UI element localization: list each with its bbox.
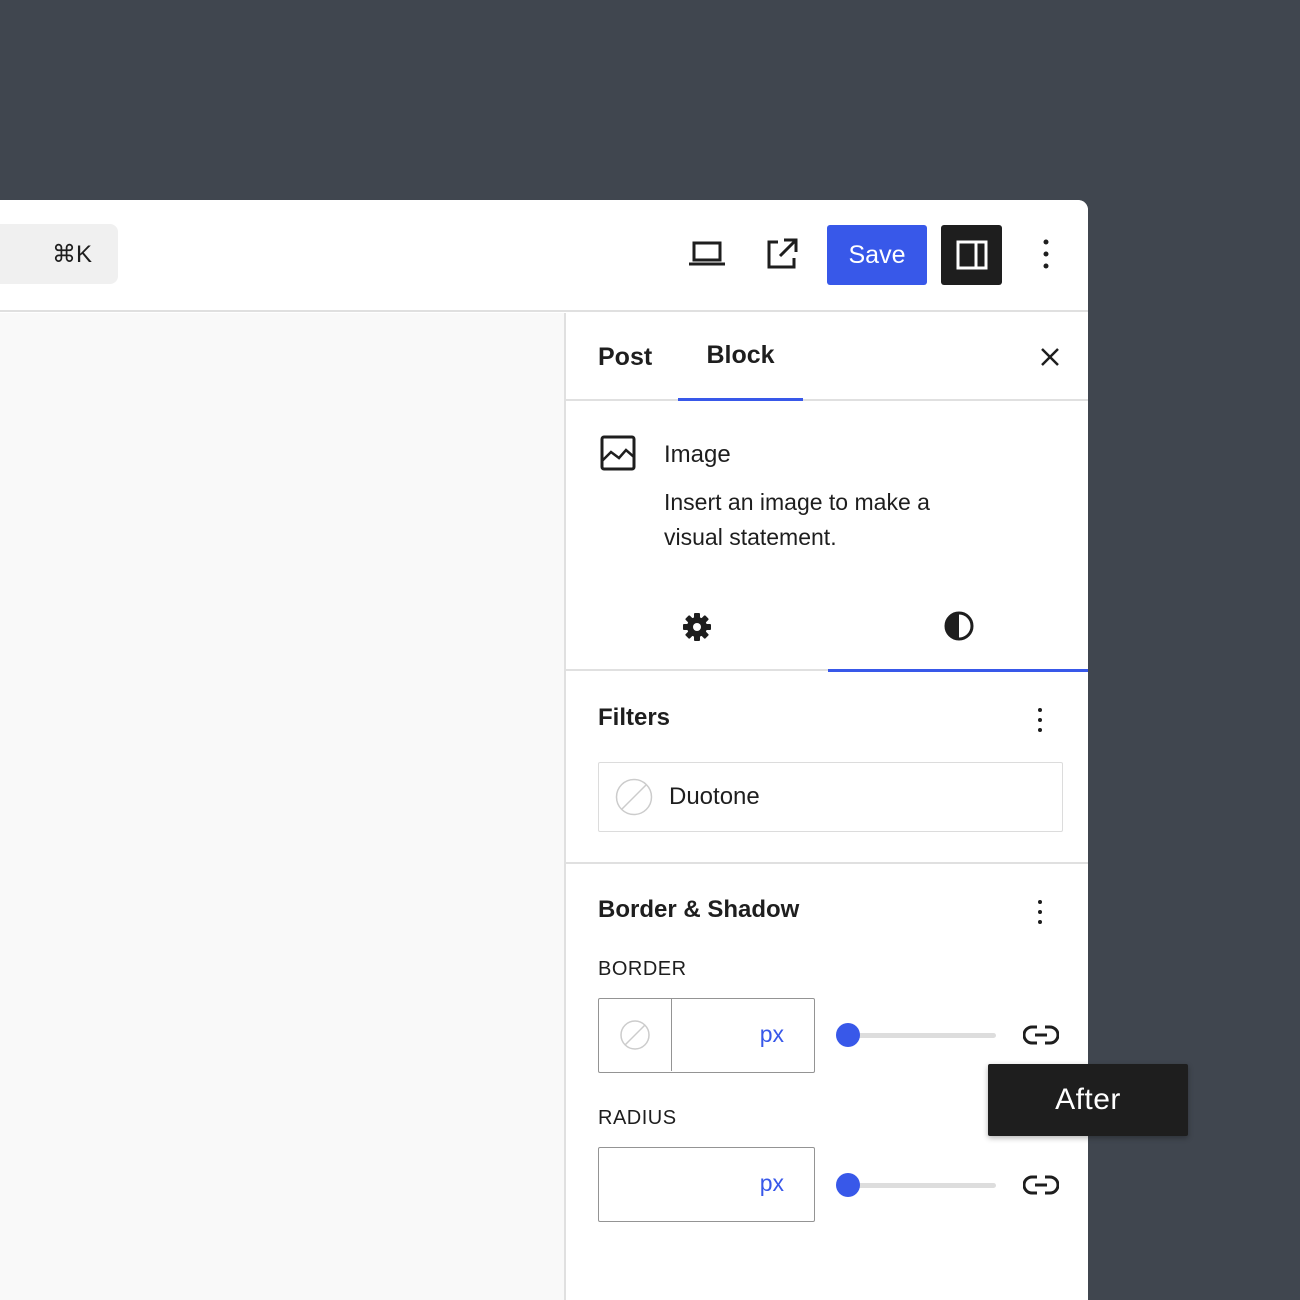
duotone-label: Duotone [669,783,760,810]
block-title: Image [664,441,731,468]
settings-sidebar: Post Block Image Insert an image to make… [564,313,1088,1300]
filters-title: Filters [598,704,671,731]
filters-options-button[interactable] [1024,700,1056,740]
slider-track[interactable] [836,1033,996,1038]
radius-unit-select[interactable]: px [760,1170,784,1197]
unlink-sides-button[interactable] [1021,1015,1061,1055]
command-palette-button[interactable]: ⌘K [0,224,118,284]
radius-control[interactable]: px [598,1147,815,1222]
border-shadow-title: Border & Shadow [598,896,800,923]
block-card: Image Insert an image to make a visual s… [566,403,1088,583]
gear-icon [683,613,711,641]
tab-settings[interactable] [566,583,828,671]
more-vertical-icon [1043,239,1049,269]
radius-slider[interactable] [836,1173,996,1197]
sidebar-panel-icon [956,240,987,270]
laptop-icon [689,241,725,266]
border-label: BORDER [598,958,687,980]
more-vertical-icon [1038,900,1042,904]
duotone-button[interactable]: Duotone [598,762,1063,832]
command-shortcut: ⌘K [51,240,92,268]
tab-post[interactable]: Post [598,313,652,401]
slider-thumb[interactable] [836,1173,860,1197]
device-preview-button[interactable] [683,230,731,278]
link-icon [1023,1175,1059,1195]
slider-track[interactable] [836,1183,996,1188]
top-toolbar: ⌘K Save [0,200,1088,312]
view-post-button[interactable] [758,230,806,278]
unlink-radius-button[interactable] [1021,1165,1061,1205]
radius-label: RADIUS [598,1107,677,1129]
border-unit-select[interactable]: px [760,1021,784,1048]
close-icon [1041,348,1059,366]
border-width-slider[interactable] [836,1023,996,1047]
sidebar-tabs: Post Block [566,313,1088,401]
tab-styles[interactable] [828,583,1088,672]
no-color-icon [615,778,653,816]
block-inspector-tabs [566,583,1088,672]
block-description: Insert an image to make a visual stateme… [664,489,930,550]
close-sidebar-button[interactable] [1030,337,1070,377]
options-menu-button[interactable] [1022,230,1070,278]
editor-canvas[interactable] [0,313,564,1300]
no-color-icon [620,1020,650,1050]
filters-panel: Filters Duotone [566,672,1088,864]
more-vertical-icon [1038,708,1042,712]
external-link-icon [767,238,798,269]
editor-window: ⌘K Save Post Block Image Insert an image… [0,200,1088,1300]
save-button[interactable]: Save [827,225,927,285]
slider-thumb[interactable] [836,1023,860,1047]
border-width-control: px [598,998,815,1073]
link-icon [1023,1025,1059,1045]
tooltip: After [988,1064,1188,1136]
border-shadow-options-button[interactable] [1024,892,1056,932]
border-color-button[interactable] [599,999,672,1071]
contrast-icon [944,611,974,641]
image-icon [600,435,636,471]
settings-sidebar-toggle[interactable] [941,225,1002,285]
tab-block[interactable]: Block [678,313,803,401]
